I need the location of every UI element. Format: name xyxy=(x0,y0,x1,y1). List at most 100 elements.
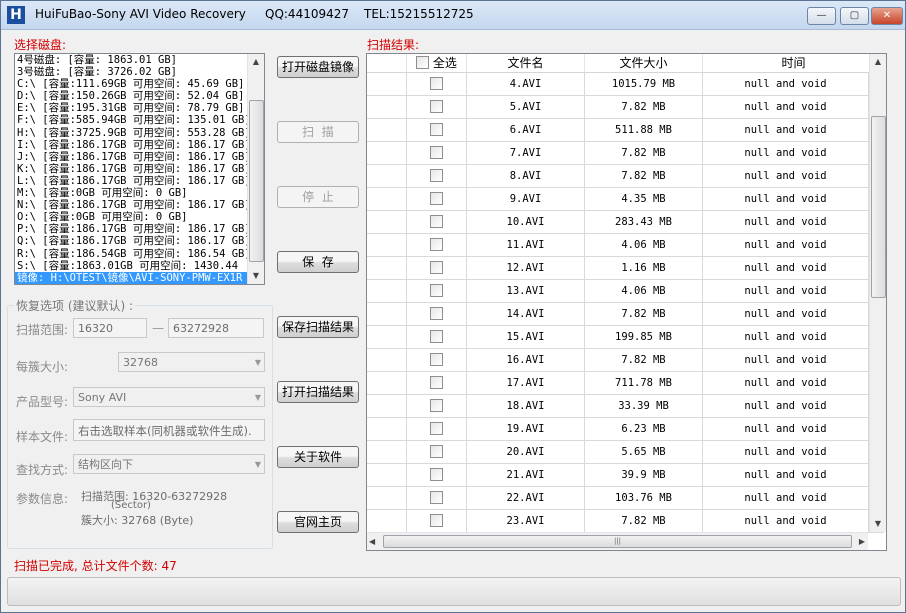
disk-list-item[interactable]: 4号磁盘: [容量: 1863.01 GB] xyxy=(15,54,249,66)
disk-list-item[interactable]: O:\ [容量:0GB 可用空间: 0 GB] xyxy=(15,211,249,223)
row-checkbox[interactable] xyxy=(430,375,443,389)
row-checkbox-cell[interactable] xyxy=(407,487,467,509)
row-checkbox-cell[interactable] xyxy=(407,464,467,486)
stop-button[interactable]: 停 止 xyxy=(277,186,359,208)
select-all-header[interactable]: 全选 xyxy=(407,54,467,72)
scroll-down-icon[interactable]: ▼ xyxy=(248,268,264,284)
time-header[interactable]: 时间 xyxy=(703,54,885,72)
row-checkbox-cell[interactable] xyxy=(407,165,467,187)
table-row[interactable]: 9.AVI 4.35 MB null and void xyxy=(367,188,884,211)
select-all-checkbox[interactable] xyxy=(416,56,430,69)
disk-list-item[interactable]: N:\ [容量:186.17GB 可用空间: 186.17 GB] xyxy=(15,199,249,211)
maximize-button[interactable]: ▢ xyxy=(840,7,869,25)
table-row[interactable]: 16.AVI 7.82 MB null and void xyxy=(367,349,884,372)
row-checkbox[interactable] xyxy=(430,237,443,251)
disk-list-item[interactable]: M:\ [容量:0GB 可用空间: 0 GB] xyxy=(15,187,249,199)
disk-list-item[interactable]: R:\ [容量:186.54GB 可用空间: 186.54 GB] xyxy=(15,248,249,260)
row-checkbox-cell[interactable] xyxy=(407,234,467,256)
disk-list-item[interactable]: H:\ [容量:3725.9GB 可用空间: 553.28 GB] xyxy=(15,127,249,139)
row-checkbox[interactable] xyxy=(430,513,443,527)
row-checkbox-cell[interactable] xyxy=(407,303,467,325)
row-checkbox[interactable] xyxy=(430,191,443,205)
title-bar[interactable]: H HuiFuBao-Sony AVI Video Recovery QQ:44… xyxy=(1,1,905,30)
table-row[interactable]: 11.AVI 4.06 MB null and void xyxy=(367,234,884,257)
disk-list-item[interactable]: C:\ [容量:111.69GB 可用空间: 45.69 GB] xyxy=(15,78,249,90)
disk-list-item[interactable]: Q:\ [容量:186.17GB 可用空间: 186.17 GB] xyxy=(15,235,249,247)
filename-header[interactable]: 文件名 xyxy=(467,54,585,72)
row-checkbox-cell[interactable] xyxy=(407,510,467,532)
row-checkbox-cell[interactable] xyxy=(407,257,467,279)
table-row[interactable]: 21.AVI 39.9 MB null and void xyxy=(367,464,884,487)
disk-list-item[interactable]: S:\ [容量:1863.01GB 可用空间: 1430.44 xyxy=(15,260,249,272)
row-checkbox[interactable] xyxy=(430,444,443,458)
search-mode-select[interactable]: 结构区向下 ▼ xyxy=(73,454,265,474)
row-checkbox-cell[interactable] xyxy=(407,73,467,95)
row-checkbox[interactable] xyxy=(430,490,443,504)
row-checkbox[interactable] xyxy=(430,168,443,182)
table-row[interactable]: 20.AVI 5.65 MB null and void xyxy=(367,441,884,464)
disk-list-item[interactable]: P:\ [容量:186.17GB 可用空间: 186.17 GB] xyxy=(15,223,249,235)
scroll-right-icon[interactable]: ▶ xyxy=(859,533,865,550)
table-row[interactable]: 5.AVI 7.82 MB null and void xyxy=(367,96,884,119)
row-checkbox[interactable] xyxy=(430,467,443,481)
row-checkbox[interactable] xyxy=(430,214,443,228)
disk-list-item[interactable]: L:\ [容量:186.17GB 可用空间: 186.17 GB] xyxy=(15,175,249,187)
disk-list-scrollbar[interactable]: ▲ ▼ xyxy=(247,54,264,284)
row-checkbox[interactable] xyxy=(430,352,443,366)
row-checkbox-cell[interactable] xyxy=(407,188,467,210)
disk-list-item[interactable]: E:\ [容量:195.31GB 可用空间: 78.79 GB] xyxy=(15,102,249,114)
open-scan-result-button[interactable]: 打开扫描结果 xyxy=(277,381,359,403)
table-row[interactable]: 14.AVI 7.82 MB null and void xyxy=(367,303,884,326)
row-checkbox-cell[interactable] xyxy=(407,280,467,302)
row-checkbox-cell[interactable] xyxy=(407,142,467,164)
scan-range-start-input[interactable]: 16320 xyxy=(73,318,147,338)
disk-list-item[interactable]: F:\ [容量:585.94GB 可用空间: 135.01 GB] xyxy=(15,114,249,126)
hscroll-thumb[interactable]: ||| xyxy=(383,535,852,548)
row-checkbox-cell[interactable] xyxy=(407,96,467,118)
disk-list-item[interactable]: D:\ [容量:150.26GB 可用空间: 52.04 GB] xyxy=(15,90,249,102)
disk-list-item[interactable]: J:\ [容量:186.17GB 可用空间: 186.17 GB] xyxy=(15,151,249,163)
table-row[interactable]: 6.AVI 511.88 MB null and void xyxy=(367,119,884,142)
results-hscrollbar[interactable]: ◀ ||| ▶ xyxy=(367,532,868,550)
save-button[interactable]: 保 存 xyxy=(277,251,359,273)
row-checkbox[interactable] xyxy=(430,329,443,343)
results-scroll-thumb[interactable] xyxy=(871,116,886,298)
row-checkbox-cell[interactable] xyxy=(407,119,467,141)
scan-range-end-input[interactable]: 63272928 xyxy=(168,318,264,338)
disk-list-item[interactable]: I:\ [容量:186.17GB 可用空间: 186.17 GB] xyxy=(15,139,249,151)
scroll-thumb[interactable] xyxy=(249,100,264,262)
row-checkbox-cell[interactable] xyxy=(407,372,467,394)
scroll-up-icon[interactable]: ▲ xyxy=(870,54,886,70)
row-checkbox[interactable] xyxy=(430,76,443,90)
row-checkbox[interactable] xyxy=(430,398,443,412)
results-grid[interactable]: 全选 文件名 文件大小 时间 4.AVI 1015.79 MB null and v… xyxy=(366,53,887,551)
disk-list-item[interactable]: 3号磁盘: [容量: 3726.02 GB] xyxy=(15,66,249,78)
sample-file-input[interactable]: 右击选取样本(同机器或软件生成). xyxy=(73,419,265,441)
table-row[interactable]: 10.AVI 283.43 MB null and void xyxy=(367,211,884,234)
scroll-down-icon[interactable]: ▼ xyxy=(870,516,886,532)
table-row[interactable]: 8.AVI 7.82 MB null and void xyxy=(367,165,884,188)
save-scan-result-button[interactable]: 保存扫描结果 xyxy=(277,316,359,338)
table-row[interactable]: 22.AVI 103.76 MB null and void xyxy=(367,487,884,510)
product-model-select[interactable]: Sony AVI ▼ xyxy=(73,387,265,407)
filesize-header[interactable]: 文件大小 xyxy=(585,54,703,72)
row-checkbox[interactable] xyxy=(430,145,443,159)
row-checkbox-cell[interactable] xyxy=(407,441,467,463)
row-checkbox-cell[interactable] xyxy=(407,326,467,348)
close-button[interactable]: ✕ xyxy=(871,7,903,25)
open-disk-image-button[interactable]: 打开磁盘镜像 xyxy=(277,56,359,78)
row-checkbox[interactable] xyxy=(430,421,443,435)
row-checkbox[interactable] xyxy=(430,260,443,274)
table-row[interactable]: 17.AVI 711.78 MB null and void xyxy=(367,372,884,395)
table-row[interactable]: 4.AVI 1015.79 MB null and void xyxy=(367,73,884,96)
table-row[interactable]: 12.AVI 1.16 MB null and void xyxy=(367,257,884,280)
row-checkbox-cell[interactable] xyxy=(407,349,467,371)
cluster-size-select[interactable]: 32768 ▼ xyxy=(118,352,265,372)
table-row[interactable]: 7.AVI 7.82 MB null and void xyxy=(367,142,884,165)
row-checkbox[interactable] xyxy=(430,122,443,136)
row-checkbox[interactable] xyxy=(430,306,443,320)
homepage-button[interactable]: 官网主页 xyxy=(277,511,359,533)
minimize-button[interactable]: — xyxy=(807,7,836,25)
results-vscrollbar[interactable]: ▲ ▼ xyxy=(869,54,886,532)
table-row[interactable]: 18.AVI 33.39 MB null and void xyxy=(367,395,884,418)
